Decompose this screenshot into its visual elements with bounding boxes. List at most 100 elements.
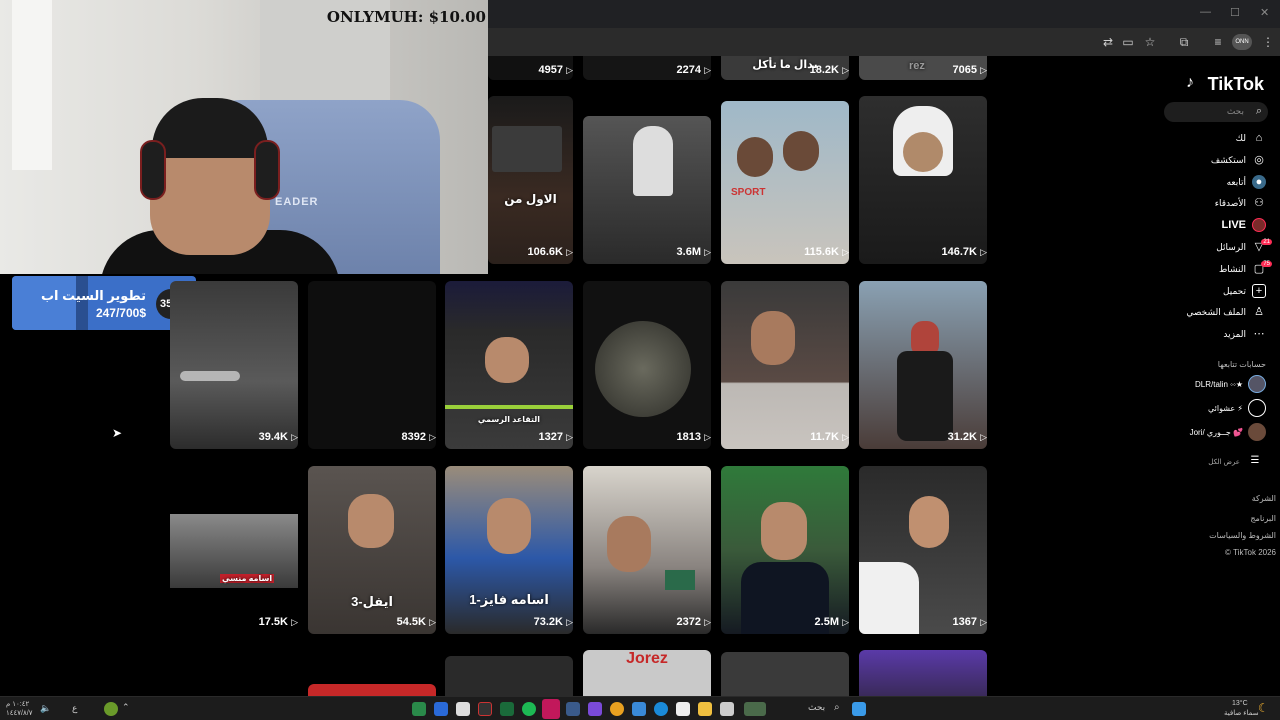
nav-label: أتابعه (1226, 176, 1246, 187)
search-icon[interactable]: ⌕ (1256, 105, 1262, 118)
view-count: 1367 (952, 616, 977, 628)
video-tile[interactable]: 1-اسامه فايز 73.2K ▷ (445, 466, 573, 634)
video-tile[interactable]: بدال ما تأكل 18.2K ▷ (721, 56, 849, 80)
nav-item-explore[interactable]: استكشف ◎ (1211, 151, 1266, 169)
steam-icon[interactable] (566, 702, 580, 716)
taskbar-app-icon[interactable] (456, 702, 470, 716)
live-icon (1252, 218, 1266, 232)
clock-time: ١٠:٤٢ م (6, 701, 30, 708)
video-tile[interactable]: الاول من 106.6K ▷ (488, 96, 573, 264)
donation-goal-widget: تطوير السيت اب 247/700$ 35% (12, 276, 196, 330)
webcam-overlay: EADER ONLYMUH: $10.00 (0, 0, 488, 274)
cast-icon[interactable]: ▭ (1120, 34, 1136, 50)
goal-amount: 247/700$ (95, 306, 146, 320)
video-tile[interactable]: Jorez (583, 650, 711, 696)
footer-program-link[interactable]: البرنامج (1250, 514, 1276, 523)
video-tile[interactable]: 146.7K ▷ (859, 96, 987, 264)
video-tile[interactable]: 2372 ▷ (583, 466, 711, 634)
video-tile[interactable]: 1367 ▷ (859, 466, 987, 634)
video-tile[interactable]: 39.4K ▷ (170, 281, 298, 449)
search-placeholder: بحث (1226, 106, 1244, 116)
extensions-icon[interactable]: ⧉ (1176, 34, 1192, 50)
video-tile[interactable]: 2.5M ▷ (721, 466, 849, 634)
edge-icon[interactable] (654, 702, 668, 716)
video-tile[interactable]: 11.7K ▷ (721, 281, 849, 449)
taskbar-app-icon[interactable] (434, 702, 448, 716)
nav-item-following[interactable]: أتابعه ● (1227, 173, 1266, 191)
start-button[interactable] (852, 702, 866, 716)
store-icon[interactable] (676, 702, 690, 716)
video-tile[interactable]: rez 7065 ▷ (859, 56, 987, 80)
taskbar-app-icon[interactable] (542, 699, 560, 719)
video-tile[interactable]: 2274 ▷ (583, 56, 711, 80)
taskbar-app-icon[interactable] (720, 702, 734, 716)
browser-menu-icon[interactable]: ⋮ (1260, 34, 1276, 50)
play-icon: ▷ (704, 432, 711, 442)
spotify-icon[interactable] (522, 702, 536, 716)
list-icon: ☰ (1250, 455, 1260, 466)
video-tile[interactable]: 3.6M ▷ (583, 116, 711, 264)
taskbar-app-icon[interactable] (632, 702, 646, 716)
donation-alert-text: ONLYMUH: $10.00 (326, 8, 486, 26)
taskbar-search[interactable]: بحث (808, 702, 825, 713)
video-tile[interactable] (308, 684, 436, 696)
video-tile[interactable]: 8392 ▷ (308, 281, 436, 449)
video-tile[interactable]: 31.2K ▷ (859, 281, 987, 449)
video-tile[interactable] (859, 650, 987, 696)
file-explorer-icon[interactable] (698, 702, 712, 716)
video-tile[interactable]: اسامه منسي 17.5K ▷ (170, 466, 298, 634)
following-account[interactable]: عشوائي ⚡ (1208, 398, 1266, 418)
nav-item-for-you[interactable]: لك ⌂ (1236, 129, 1266, 147)
search-input[interactable]: بحث ⌕ (1164, 102, 1268, 122)
footer-company-link[interactable]: الشركة (1252, 494, 1276, 503)
profile-icon: ♙ (1254, 306, 1264, 318)
media-controls-icon[interactable]: ≡ (1210, 34, 1226, 50)
nav-item-upload[interactable]: تحميل + (1223, 282, 1266, 300)
taskbar-app-icon[interactable] (588, 702, 602, 716)
footer-terms-link[interactable]: الشروط والسياسات (1209, 531, 1276, 540)
nav-item-messages[interactable]: الرسائل ▽ (1216, 238, 1266, 256)
following-account[interactable]: DLR/talin ◦◦★ (1195, 374, 1266, 394)
play-icon: ▷ (566, 617, 573, 627)
nav-item-friends[interactable]: الأصدقاء ⚇ (1215, 194, 1266, 212)
tiktok-logo[interactable]: TikTok (1208, 74, 1264, 95)
nav-item-profile[interactable]: الملف الشخصي ♙ (1186, 303, 1266, 321)
play-icon: ▷ (566, 65, 573, 75)
minimize-button[interactable]: — (1200, 6, 1211, 18)
view-count: 106.6K (527, 246, 563, 258)
chrome-icon[interactable] (610, 702, 624, 716)
video-tile[interactable] (445, 656, 573, 696)
following-account[interactable]: Jori/ جــوري 💕 (1190, 422, 1266, 442)
video-tile[interactable]: SPORT 115.6K ▷ (721, 101, 849, 264)
play-icon: ▷ (980, 617, 987, 627)
chair-brand-text: EADER (275, 196, 319, 208)
taskbar-app-icon[interactable] (412, 702, 426, 716)
taskbar-app-icon[interactable] (500, 702, 514, 716)
volume-icon[interactable]: 🔈 (40, 703, 51, 714)
browser-profile-avatar[interactable]: ONN (1232, 34, 1252, 50)
view-count: 39.4K (258, 431, 288, 443)
language-indicator[interactable]: ع (72, 703, 77, 714)
video-tile[interactable] (721, 652, 849, 696)
nav-item-more[interactable]: المزيد ⋯ (1223, 325, 1266, 343)
translate-icon[interactable]: ⇄ (1100, 34, 1116, 50)
headset-right (254, 140, 280, 200)
taskbar-app-icon[interactable] (744, 702, 766, 716)
video-tile[interactable]: 1813 ▷ (583, 281, 711, 449)
tray-app-icon[interactable] (104, 702, 118, 716)
tiktok-logo-icon[interactable]: ♪ (1186, 74, 1194, 92)
search-icon[interactable]: ⌕ (834, 702, 840, 713)
bookmark-star-icon[interactable]: ☆ (1142, 34, 1158, 50)
taskbar-app-icon[interactable] (478, 702, 492, 716)
weather-temp[interactable]: 13°C (1232, 700, 1248, 707)
tray-chevron-icon[interactable]: ⌃ (122, 702, 130, 713)
nav-item-activity[interactable]: النشاط ▢ (1219, 260, 1266, 278)
show-all-link[interactable]: عرض الكل (1208, 458, 1240, 466)
nav-item-live[interactable]: LIVE (1222, 216, 1266, 234)
video-tile[interactable]: 3-ايفل 54.5K ▷ (308, 466, 436, 634)
video-tile[interactable]: التقاعد الرسمي 1327 ▷ (445, 281, 573, 449)
close-window-button[interactable]: ✕ (1260, 6, 1269, 19)
maximize-button[interactable]: ☐ (1230, 6, 1240, 19)
video-tile[interactable]: 4957 ▷ (488, 56, 573, 80)
account-name: عشوائي ⚡ (1207, 403, 1243, 413)
